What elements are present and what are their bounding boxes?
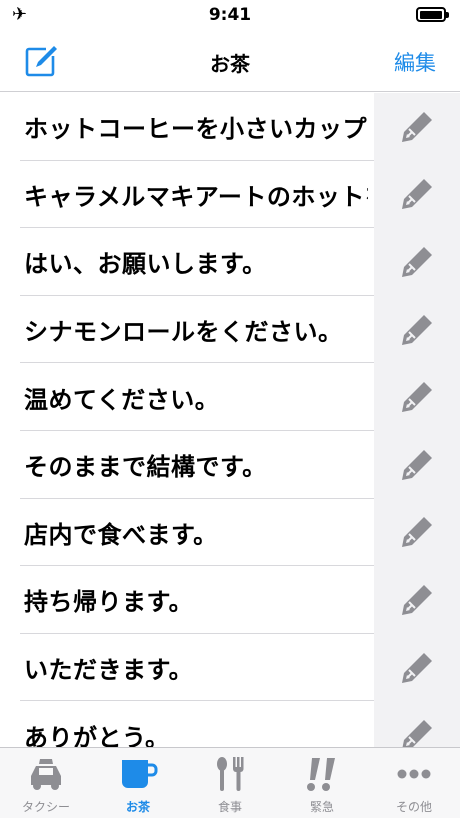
phrase-text: シナモンロールをください。	[24, 318, 343, 347]
edit-button[interactable]: 編集	[394, 47, 436, 77]
pencil-icon	[402, 449, 432, 480]
pencil-icon	[402, 111, 432, 142]
page-title: お茶	[210, 52, 250, 76]
pencil-icon	[402, 517, 432, 548]
tab-label: その他	[395, 800, 432, 814]
pencil-icon	[402, 382, 432, 413]
edit-phrase-button[interactable]	[374, 498, 460, 567]
status-bar: ✈ 9:41	[0, 0, 460, 30]
edit-phrase-button[interactable]	[374, 295, 460, 364]
pencil-icon	[402, 584, 432, 615]
pencil-icon	[402, 314, 432, 345]
list-item[interactable]: はい、お願いします。	[0, 228, 460, 296]
phrase-text: そのままで結構です。	[24, 453, 267, 482]
taxi-icon	[31, 759, 61, 790]
list-item[interactable]: いただきます。	[0, 633, 460, 702]
edit-phrase-button[interactable]	[374, 430, 460, 499]
tab-meal[interactable]: 食事	[184, 748, 276, 818]
phrase-text: キャラメルマキアートのホットをお願いします。	[24, 182, 368, 211]
list-item[interactable]: キャラメルマキアートのホットをお願いします。	[0, 160, 460, 229]
list-item[interactable]: 持ち帰ります。	[0, 566, 460, 634]
phrase-text: ありがとう。	[24, 723, 170, 747]
phrase-text: 店内で食べます。	[24, 520, 218, 549]
phrase-list: ホットコーヒーを小さいカップでお願いします。 キャラメルマキアートのホットをお願…	[0, 93, 460, 747]
edit-phrase-button[interactable]	[374, 228, 460, 296]
edit-phrase-button[interactable]	[374, 633, 460, 702]
tab-label: 食事	[217, 800, 242, 814]
utensils-icon	[217, 757, 244, 791]
phrase-text: ホットコーヒーを小さいカップでお願いします。	[24, 115, 368, 144]
pencil-icon	[402, 720, 432, 747]
phrase-text: 温めてください。	[24, 385, 220, 414]
pencil-icon	[402, 179, 432, 210]
tab-tea[interactable]: お茶	[92, 748, 184, 818]
tab-emergency[interactable]: 緊急	[276, 748, 368, 818]
tab-taxi[interactable]: タクシー	[0, 748, 92, 818]
edit-phrase-button[interactable]	[374, 363, 460, 431]
cup-icon	[122, 760, 158, 788]
list-item[interactable]: そのままで結構です。	[0, 430, 460, 499]
edit-phrase-button[interactable]	[374, 701, 460, 747]
phrase-text: はい、お願いします。	[24, 250, 267, 279]
phrase-text: いただきます。	[24, 656, 194, 685]
phrase-text: 持ち帰ります。	[24, 588, 194, 617]
tab-label: お茶	[125, 800, 150, 814]
battery-icon	[416, 7, 449, 22]
list-item[interactable]: ホットコーヒーを小さいカップでお願いします。	[0, 93, 460, 161]
pencil-icon	[402, 652, 432, 683]
status-time: 9:41	[208, 5, 252, 25]
more-icon	[397, 769, 431, 779]
tab-bar: タクシー お茶 食事 緊急 その他	[0, 747, 460, 818]
list-item[interactable]: 温めてください。	[0, 363, 460, 431]
edit-phrase-button[interactable]	[374, 93, 460, 161]
tab-label: 緊急	[309, 800, 334, 814]
tab-other[interactable]: その他	[368, 748, 460, 818]
pencil-icon	[402, 246, 432, 277]
navigation-bar: お茶 編集	[0, 30, 460, 92]
edit-phrase-button[interactable]	[374, 160, 460, 229]
edit-phrase-button[interactable]	[374, 566, 460, 634]
list-item[interactable]: シナモンロールをください。	[0, 295, 460, 364]
exclamation-icon	[307, 758, 335, 791]
list-item[interactable]: ありがとう。	[0, 701, 460, 747]
tab-label: タクシー	[21, 800, 70, 814]
list-item[interactable]: 店内で食べます。	[0, 498, 460, 567]
